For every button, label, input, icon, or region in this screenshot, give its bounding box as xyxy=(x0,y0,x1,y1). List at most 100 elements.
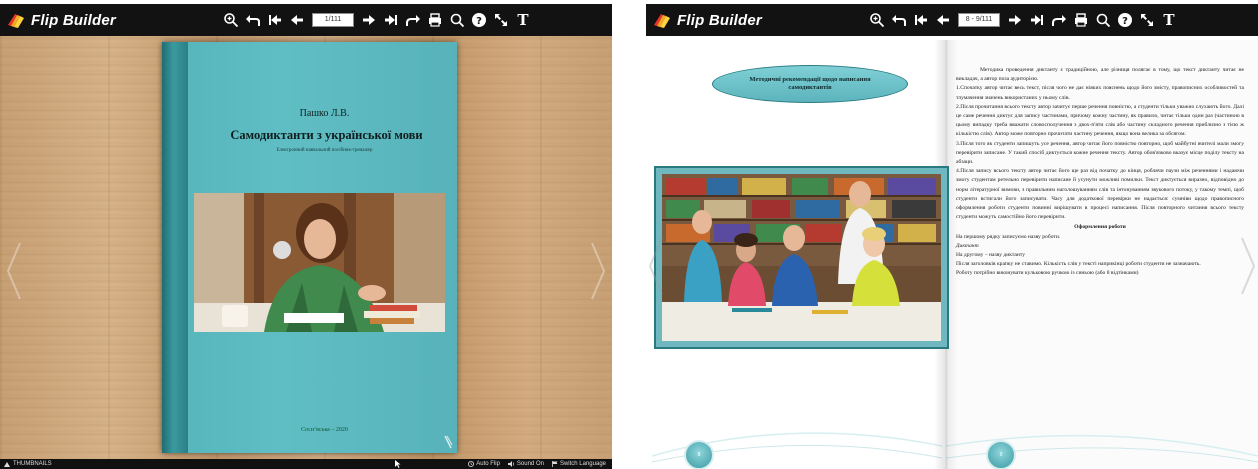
thumbnails-button[interactable]: THUMBNAILS xyxy=(4,461,52,467)
page-number-left: 8 xyxy=(684,440,714,469)
prev-page-button[interactable] xyxy=(288,9,306,31)
switch-language-button[interactable]: Switch Language xyxy=(551,461,606,467)
sound-button[interactable]: Sound On xyxy=(507,461,544,467)
help-icon: ? xyxy=(1118,13,1132,27)
book-cover[interactable]: Пашко Л.В. Самодиктанти з української мо… xyxy=(162,42,457,453)
page-number-field[interactable]: 8 - 9/111 xyxy=(958,13,1000,27)
cover-author: Пашко Л.В. xyxy=(299,108,350,119)
top-toolbar: Flip Builder 8 - 9/111 ? T xyxy=(646,4,1258,36)
fullscreen-icon xyxy=(1141,14,1153,26)
toolbar-buttons: 1/111 ? T xyxy=(222,4,532,36)
section-title-oval: Методичні рекомендації щодо написання са… xyxy=(712,65,908,103)
text-paragraph: На першому рядку записуємо назву роботи. xyxy=(956,233,1061,240)
methodology-text: Методика проведення диктанту є традиційн… xyxy=(956,66,1244,279)
flipbook-viewer-cover: Flip Builder 1/111 ? T Пашко Л.В. Самоди… xyxy=(0,0,612,469)
brand-logo[interactable]: Flip Builder xyxy=(652,7,762,33)
page-curl-icon[interactable] xyxy=(443,435,453,449)
cover-subtitle: Електронний навчальний посібник-тренажер xyxy=(276,148,373,153)
text-paragraph: 3.Після того як студенти запишуть усе ре… xyxy=(956,140,1244,166)
book-spine xyxy=(162,42,188,453)
text-paragraph: Оформлення роботи xyxy=(1074,224,1126,231)
last-page-icon xyxy=(385,15,397,25)
last-page-button[interactable] xyxy=(1028,9,1046,31)
undo-icon xyxy=(892,15,906,26)
undo-icon xyxy=(246,15,260,26)
auto-flip-button[interactable]: Auto Flip xyxy=(468,461,500,467)
share-button[interactable] xyxy=(1050,9,1068,31)
top-toolbar: Flip Builder 1/111 ? T xyxy=(0,4,612,36)
students-photo-frame xyxy=(654,166,949,349)
cover-place-year: Соснʼвська – 2020 xyxy=(301,427,348,433)
first-page-icon xyxy=(269,15,281,25)
sound-label: Sound On xyxy=(516,461,544,467)
students-photo xyxy=(662,174,941,341)
print-icon xyxy=(429,13,441,27)
help-button[interactable]: ? xyxy=(1116,9,1134,31)
search-icon xyxy=(1096,13,1111,28)
help-icon: ? xyxy=(472,13,486,27)
zoom-in-button[interactable] xyxy=(868,9,886,31)
zoom-in-icon xyxy=(224,13,239,28)
page-spread[interactable]: Методичні рекомендації щодо написання са… xyxy=(646,36,1258,469)
svg-text:?: ? xyxy=(476,16,482,27)
page-number-right: 9 xyxy=(986,440,1016,469)
search-icon xyxy=(450,13,465,28)
prev-page-icon xyxy=(937,15,949,25)
flip-left-arrow-icon[interactable] xyxy=(6,241,22,301)
zoom-in-icon xyxy=(870,13,885,28)
mouse-cursor-icon xyxy=(395,460,401,468)
speaker-icon xyxy=(507,461,514,467)
fullscreen-button[interactable] xyxy=(1138,9,1156,31)
text-paragraph: Після заголовків крапку не ставимо. Кіль… xyxy=(956,261,1201,268)
search-button[interactable] xyxy=(1094,9,1112,31)
text-paragraph: Роботу потрібно виконувати кульковою руч… xyxy=(956,270,1139,277)
cover-photo xyxy=(194,193,445,332)
svg-text:?: ? xyxy=(1122,16,1128,27)
page-number-field[interactable]: 1/111 xyxy=(312,13,354,27)
share-button[interactable] xyxy=(404,9,422,31)
text-paragraph: 2.Після прочитання всього тексту автор з… xyxy=(956,103,1244,138)
flip-right-arrow-icon[interactable] xyxy=(590,241,606,301)
cover-title: Самодиктанти з української мови xyxy=(230,128,423,142)
brand-logo[interactable]: Flip Builder xyxy=(6,7,116,33)
flipbook-viewer-spread: Flip Builder 8 - 9/111 ? T Методичні рек… xyxy=(646,0,1258,469)
next-page-icon xyxy=(1009,15,1021,25)
next-page-button[interactable] xyxy=(360,9,378,31)
search-button[interactable] xyxy=(448,9,466,31)
next-page-button[interactable] xyxy=(1006,9,1024,31)
text-paragraph: На другому – назву диктанту xyxy=(956,252,1026,259)
prev-page-button[interactable] xyxy=(934,9,952,31)
flag-icon xyxy=(551,461,558,467)
bottom-bar: THUMBNAILS Auto Flip Sound On Switch Lan… xyxy=(0,459,612,469)
share-icon xyxy=(1052,15,1066,26)
brand-name: Flip Builder xyxy=(677,11,762,29)
students-library-image xyxy=(662,174,941,341)
brand-name: Flip Builder xyxy=(31,11,116,29)
text-icon: T xyxy=(517,11,529,29)
bottom-bar-controls: Auto Flip Sound On Switch Language xyxy=(468,461,606,467)
first-page-icon xyxy=(915,15,927,25)
prev-page-icon xyxy=(291,15,303,25)
text-mode-button[interactable]: T xyxy=(514,9,532,31)
last-page-button[interactable] xyxy=(382,9,400,31)
clock-icon xyxy=(468,461,475,467)
print-button[interactable] xyxy=(426,9,444,31)
undo-button[interactable] xyxy=(890,9,908,31)
book-logo-icon xyxy=(8,14,24,28)
thumbnails-label: THUMBNAILS xyxy=(13,461,52,467)
flip-left-arrow-icon[interactable] xyxy=(648,236,664,296)
fullscreen-icon xyxy=(495,14,507,26)
text-mode-button[interactable]: T xyxy=(1160,9,1178,31)
flip-right-arrow-icon[interactable] xyxy=(1240,236,1256,296)
text-paragraph: 4.Після запису всього тексту автор читає… xyxy=(956,168,1244,221)
first-page-button[interactable] xyxy=(912,9,930,31)
fullscreen-button[interactable] xyxy=(492,9,510,31)
first-page-button[interactable] xyxy=(266,9,284,31)
print-button[interactable] xyxy=(1072,9,1090,31)
zoom-in-button[interactable] xyxy=(222,9,240,31)
text-paragraph: Диктант xyxy=(956,242,979,249)
undo-button[interactable] xyxy=(244,9,262,31)
next-page-icon xyxy=(363,15,375,25)
switch-language-label: Switch Language xyxy=(559,461,606,467)
help-button[interactable]: ? xyxy=(470,9,488,31)
